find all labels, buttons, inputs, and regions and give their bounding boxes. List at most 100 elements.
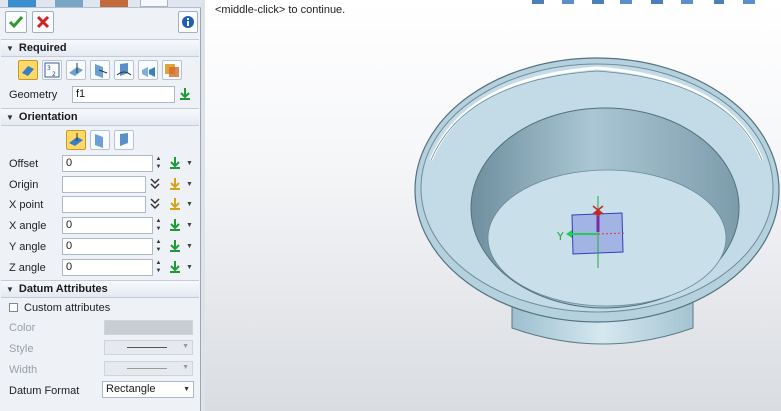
orient-curve-icon (120, 133, 128, 146)
style-label: Style (9, 343, 34, 355)
geometry-field[interactable]: f1 (72, 86, 175, 103)
model-render: Y (414, 57, 780, 345)
offset-input[interactable]: 0 (62, 155, 153, 172)
view-tool-3-icon[interactable] (592, 0, 604, 4)
offset-spinner[interactable]: ▲ ▼ (154, 155, 163, 172)
x-point-pick-icon[interactable] (168, 197, 188, 213)
plane-view-icon (165, 64, 179, 77)
info-icon (182, 16, 194, 28)
section-required[interactable]: ▼ Required (1, 39, 199, 57)
plane-method-5-button[interactable] (114, 60, 134, 80)
section-orientation[interactable]: ▼ Orientation (1, 108, 199, 126)
width-select: ▼ (104, 361, 193, 376)
plane-normal-icon (95, 64, 108, 78)
plane-curve-icon (116, 63, 132, 76)
svg-text:2: 2 (52, 71, 56, 78)
tab-view-icon[interactable] (100, 0, 128, 7)
tab-layers-icon[interactable] (55, 0, 83, 7)
x-point-input[interactable] (62, 196, 146, 213)
style-select: ▼ (104, 340, 193, 355)
plane-method-3-button[interactable] (66, 60, 86, 80)
pick-geometry-icon[interactable] (178, 87, 198, 103)
z-angle-label: Z angle (9, 262, 46, 274)
plane-method-4-button[interactable] (90, 60, 110, 80)
section-datum-attributes[interactable]: ▼ Datum Attributes (1, 280, 199, 298)
command-row (0, 8, 201, 38)
property-panel: ▼ Required 32 Geometry f1 ▼ Orientation … (0, 0, 201, 411)
view-tool-8-icon[interactable] (743, 0, 755, 4)
plane-method-2-button[interactable]: 32 (42, 60, 62, 80)
section-title: Datum Attributes (18, 283, 108, 295)
custom-attributes-label: Custom attributes (24, 302, 111, 314)
section-title: Orientation (18, 111, 78, 123)
color-swatch (104, 320, 193, 335)
offset-pick-icon[interactable] (168, 156, 188, 172)
plane-axis-icon (69, 63, 83, 76)
plane-method-1-button[interactable] (18, 60, 38, 80)
plane-method-6-button[interactable] (138, 60, 158, 80)
y-angle-label: Y angle (9, 241, 47, 253)
y-axis-label: Y (556, 230, 564, 243)
orient-mode-2-button[interactable] (90, 130, 110, 150)
tab-history-icon[interactable] (8, 0, 36, 7)
view-tool-2-icon[interactable] (562, 0, 574, 4)
plane-icon (22, 66, 34, 76)
prompt-message: <middle-click> to continue. (215, 4, 346, 16)
plane-method-7-button[interactable] (162, 60, 182, 80)
section-title: Required (18, 42, 67, 54)
collapse-icon: ▼ (6, 43, 14, 53)
info-button[interactable] (178, 11, 198, 33)
close-icon (36, 15, 50, 29)
view-tool-6-icon[interactable] (681, 0, 693, 4)
orient-normal-icon (95, 134, 103, 148)
view-tool-1-icon[interactable] (532, 0, 544, 4)
datum-format-label: Datum Format (9, 385, 80, 397)
color-label: Color (9, 322, 36, 334)
z-angle-pick-icon[interactable] (168, 260, 188, 276)
y-angle-spinner[interactable]: ▲ ▼ (154, 238, 163, 255)
orient-mode-1-button[interactable] (66, 130, 86, 150)
collapse-icon: ▼ (6, 112, 14, 122)
dropdown-arrow-icon: ▼ (183, 386, 190, 393)
three-point-icon: 32 (44, 62, 60, 78)
ok-button[interactable] (5, 11, 27, 33)
3d-viewport[interactable]: Y (205, 0, 781, 411)
width-label: Width (9, 364, 38, 376)
x-point-expand-icon[interactable] (150, 198, 160, 210)
x-angle-label: X angle (9, 220, 47, 232)
z-angle-input[interactable]: 0 (62, 259, 153, 276)
orient-plane-icon (69, 133, 83, 146)
z-angle-spinner[interactable]: ▲ ▼ (154, 259, 163, 276)
collapse-icon: ▼ (6, 284, 14, 294)
geometry-label: Geometry (9, 89, 58, 101)
datum-format-select[interactable]: Rectangle ▼ (102, 381, 194, 398)
x-point-menu-icon[interactable]: ▼ (186, 201, 193, 208)
svg-text:3: 3 (47, 65, 51, 72)
plane-offset-icon (142, 67, 155, 77)
orient-mode-3-button[interactable] (114, 130, 134, 150)
view-tool-4-icon[interactable] (620, 0, 632, 4)
y-angle-input[interactable]: 0 (62, 238, 153, 255)
panel-tab-strip (0, 0, 201, 8)
view-tool-7-icon[interactable] (714, 0, 724, 4)
x-point-label: X point (9, 199, 44, 211)
x-angle-menu-icon[interactable]: ▼ (186, 222, 193, 229)
x-angle-spinner[interactable]: ▲ ▼ (154, 217, 163, 234)
origin-menu-icon[interactable]: ▼ (186, 181, 193, 188)
origin-pick-icon[interactable] (168, 177, 188, 193)
tab-properties-icon[interactable] (140, 0, 168, 7)
z-angle-menu-icon[interactable]: ▼ (186, 264, 193, 271)
x-angle-input[interactable]: 0 (62, 217, 153, 234)
view-tool-5-icon[interactable] (651, 0, 663, 4)
y-angle-pick-icon[interactable] (168, 239, 188, 255)
origin-label: Origin (9, 179, 39, 191)
custom-attributes-checkbox[interactable] (9, 303, 18, 312)
y-angle-menu-icon[interactable]: ▼ (186, 243, 193, 250)
check-icon (8, 16, 24, 29)
origin-input[interactable] (62, 176, 146, 193)
offset-label: Offset (9, 158, 39, 170)
offset-menu-icon[interactable]: ▼ (186, 160, 193, 167)
cancel-button[interactable] (32, 11, 54, 33)
x-angle-pick-icon[interactable] (168, 218, 188, 234)
origin-expand-icon[interactable] (150, 178, 160, 190)
